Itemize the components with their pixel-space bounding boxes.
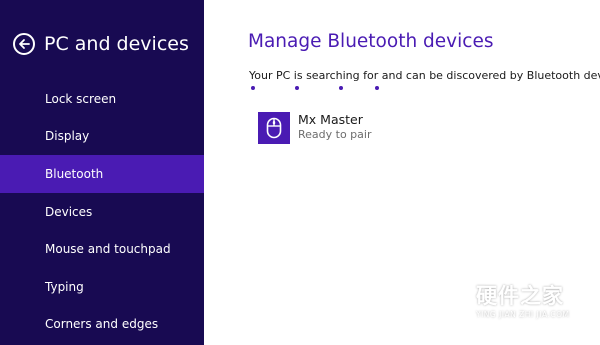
device-item-mx-master[interactable]: Mx Master Ready to pair [258, 112, 372, 144]
device-name: Mx Master [298, 112, 363, 127]
sidebar-item-typing[interactable]: Typing [0, 268, 204, 306]
sidebar-item-label: Typing [45, 279, 84, 294]
watermark-text: 硬件之家 YING JIAN ZHI JIA.COM [476, 280, 569, 319]
search-status-text: Your PC is searching for and can be disc… [249, 69, 600, 82]
sidebar-item-label: Mouse and touchpad [45, 242, 171, 257]
sidebar-header: PC and devices [13, 30, 189, 58]
mouse-icon [266, 117, 282, 139]
device-text: Mx Master Ready to pair [298, 112, 372, 142]
watermark: 硬件之家 YING JIAN ZHI JIA.COM [430, 272, 590, 326]
sidebar-item-devices[interactable]: Devices [0, 193, 204, 231]
sidebar-item-corners-and-edges[interactable]: Corners and edges [0, 306, 204, 344]
back-button[interactable] [13, 33, 35, 55]
progress-dot [339, 86, 343, 90]
sidebar-nav: Lock screen Display Bluetooth Devices Mo… [0, 80, 204, 343]
watermark-main-text: 硬件之家 [476, 283, 564, 308]
back-arrow-icon [19, 39, 30, 49]
progress-dot [375, 86, 379, 90]
sidebar-item-label: Bluetooth [45, 166, 104, 181]
sidebar-item-label: Devices [45, 204, 93, 219]
page-title: Manage Bluetooth devices [248, 31, 494, 52]
sidebar-item-label: Corners and edges [45, 317, 159, 332]
sidebar-item-label: Display [45, 129, 90, 144]
watermark-sub-text: YING JIAN ZHI JIA.COM [476, 309, 570, 319]
progress-dot [251, 86, 255, 90]
sidebar-item-bluetooth[interactable]: Bluetooth [0, 155, 204, 193]
sidebar-item-lock-screen[interactable]: Lock screen [0, 80, 204, 118]
progress-dot [295, 86, 299, 90]
searching-progress-indicator [249, 86, 389, 92]
sidebar-title: PC and devices [44, 33, 189, 55]
watermark-logo-icon [433, 280, 467, 318]
sidebar: PC and devices Lock screen Display Bluet… [0, 0, 204, 345]
device-tile [258, 112, 290, 144]
device-status: Ready to pair [298, 128, 372, 141]
sidebar-item-mouse-and-touchpad[interactable]: Mouse and touchpad [0, 230, 204, 268]
sidebar-item-display[interactable]: Display [0, 118, 204, 156]
sidebar-item-label: Lock screen [45, 91, 117, 106]
